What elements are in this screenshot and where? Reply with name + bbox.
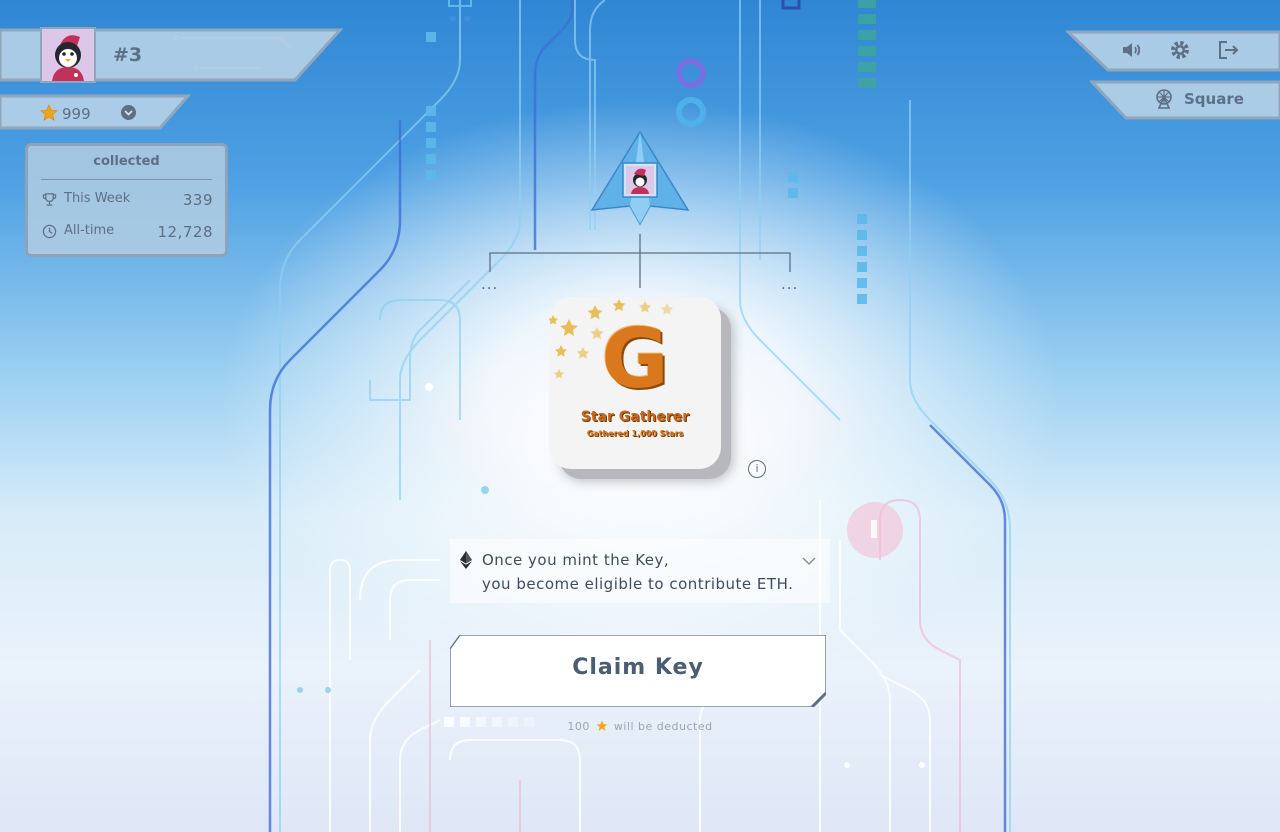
deduct-text: will be deducted	[613, 720, 713, 733]
claim-key-button[interactable]	[450, 635, 826, 707]
sound-button[interactable]	[1120, 38, 1144, 62]
stars-dropdown-button[interactable]	[121, 105, 136, 120]
stat-row-this-week: This Week 339	[42, 190, 213, 210]
notice-line-1: Once you mint the Key,	[482, 551, 670, 569]
square-label[interactable]: Square	[1184, 90, 1244, 108]
collected-panel: collected This Week 339 All-time 12,728	[25, 143, 228, 257]
stars-count: 999	[62, 105, 91, 123]
this-week-label: This Week	[64, 191, 131, 206]
badge-title: Star Gatherer	[580, 409, 690, 425]
rocket-icon	[590, 130, 690, 226]
mint-notice-dropdown[interactable]	[450, 539, 830, 603]
badge-subtitle: Gathered 1,000 Stars	[586, 429, 684, 438]
star-icon	[40, 104, 58, 121]
star-icon	[596, 720, 608, 731]
this-week-value: 339	[182, 191, 213, 209]
badge-letter: G	[601, 312, 669, 407]
stat-row-all-time: All-time 12,728	[42, 222, 213, 242]
avatar[interactable]	[40, 27, 96, 83]
speaker-icon	[1123, 43, 1141, 57]
badge-card[interactable]: G Star Gatherer Gathered 1,000 Stars	[549, 297, 721, 469]
gear-icon	[1171, 41, 1189, 59]
info-icon[interactable]: i	[748, 460, 766, 478]
branch-right-more: ...	[781, 275, 799, 293]
ferris-wheel-icon	[1156, 89, 1172, 109]
notice-line-2: you become eligible to contribute ETH.	[482, 575, 794, 593]
branch-left-more: ...	[481, 275, 499, 293]
ethereum-icon	[460, 551, 472, 569]
deduct-amount: 100	[567, 720, 590, 733]
settings-button[interactable]	[1168, 38, 1192, 62]
stars-plate	[0, 94, 192, 130]
trophy-icon	[42, 193, 57, 206]
divider	[41, 179, 212, 180]
logout-button[interactable]	[1216, 38, 1240, 62]
square-button[interactable]	[1153, 88, 1175, 110]
logout-icon	[1219, 41, 1239, 59]
penguin-avatar-icon	[42, 29, 94, 81]
chevron-down-icon	[124, 110, 133, 116]
deduct-note: 100 will be deducted	[0, 720, 1280, 733]
all-time-label: All-time	[64, 223, 115, 238]
chevron-down-icon[interactable]	[802, 556, 816, 566]
collected-title: collected	[93, 154, 160, 169]
clock-icon	[42, 224, 57, 239]
all-time-value: 12,728	[157, 223, 213, 241]
player-rank: #3	[113, 44, 143, 66]
